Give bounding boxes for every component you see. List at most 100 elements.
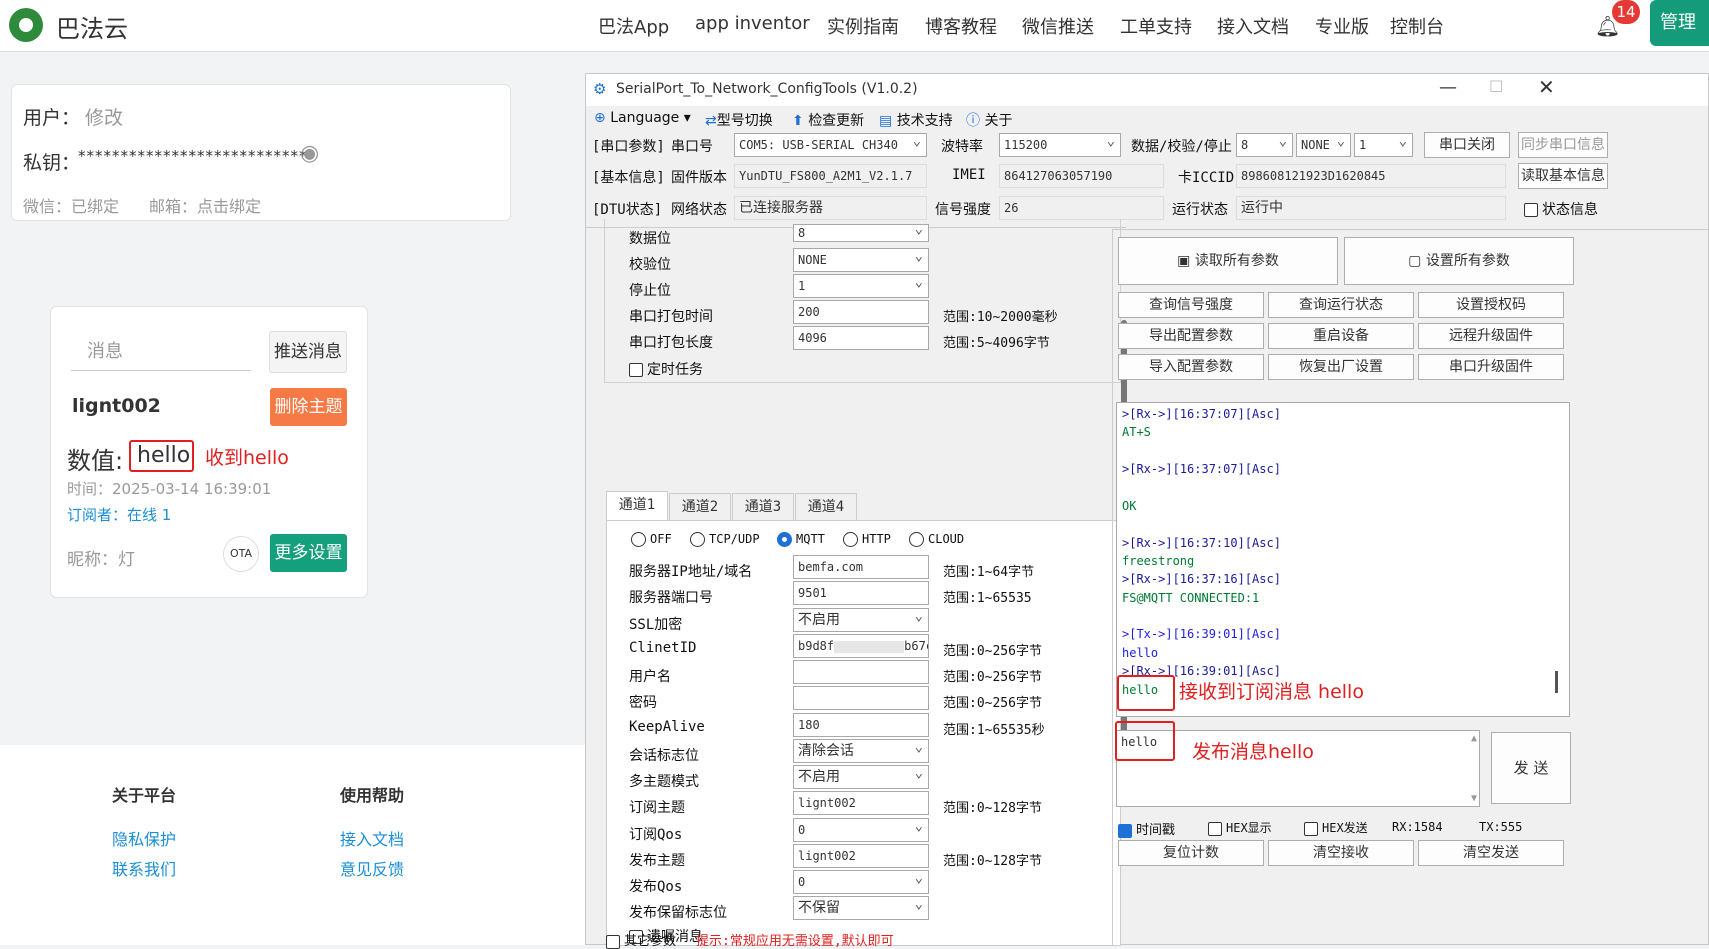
hex-send-checkbox[interactable]: HEX发送 <box>1304 819 1368 836</box>
keepalive-input[interactable]: 180 <box>793 713 929 737</box>
export-config-button[interactable]: 导出配置参数 <box>1118 323 1264 349</box>
username-range: 范围:0~256字节 <box>943 670 1042 685</box>
parity-select[interactable]: NONE <box>1296 133 1351 157</box>
clear-receive-button[interactable]: 清空接收 <box>1268 840 1414 866</box>
bafa-logo-icon[interactable] <box>9 8 43 42</box>
hint-text: 提示:常规应用无需设置,默认即可 <box>696 934 894 949</box>
hex-display-checkbox[interactable]: HEX显示 <box>1208 819 1272 836</box>
model-switch-menu[interactable]: ⇄型号切换 <box>705 110 773 130</box>
eye-slash-icon[interactable]: ◉ <box>300 141 319 166</box>
globe-icon: ⊕ <box>594 110 606 126</box>
top-nav-bar: 巴法云 巴法App app inventor 实例指南 博客教程 微信推送 工单… <box>0 0 1709 52</box>
username-input[interactable] <box>793 660 929 684</box>
sync-serial-button[interactable]: 同步串口信息 <box>1518 132 1608 158</box>
maximize-icon[interactable]: ☐ <box>1489 77 1503 96</box>
server-port-input[interactable]: 9501 <box>793 581 929 605</box>
tab-channel-3[interactable]: 通道3 <box>732 493 794 521</box>
retain-select[interactable]: 不保留 <box>793 896 929 920</box>
databits-select[interactable]: 8 <box>1236 133 1293 157</box>
factory-reset-button[interactable]: 恢复出厂设置 <box>1268 354 1414 380</box>
ssl-select[interactable]: 不启用 <box>793 608 929 632</box>
serial-close-button[interactable]: 串口关闭 <box>1424 132 1510 158</box>
nav-bafa-app[interactable]: 巴法App <box>598 13 669 39</box>
nav-blog[interactable]: 博客教程 <box>925 13 997 39</box>
tab-channel-1[interactable]: 通道1 <box>606 491 668 521</box>
pub-topic-input[interactable]: lignt002 <box>793 844 929 868</box>
log-scrollbar[interactable] <box>1555 671 1558 693</box>
status-info-checkbox[interactable]: 状态信息 <box>1524 199 1598 219</box>
user-label: 用户： <box>23 107 81 129</box>
ota-button[interactable]: OTA <box>223 536 259 572</box>
protocol-cloud-radio[interactable]: CLOUD <box>909 532 964 547</box>
send-button[interactable]: 发 送 <box>1491 732 1571 804</box>
protocol-mqtt-radio[interactable]: MQTT <box>777 532 825 547</box>
sub-topic-input[interactable]: lignt002 <box>793 791 929 815</box>
other-params-checkbox[interactable]: 其它参数 <box>606 930 676 949</box>
push-message-button[interactable]: 推送消息 <box>269 331 347 373</box>
nav-pro[interactable]: 专业版 <box>1315 13 1369 39</box>
send-input[interactable]: hello 发布消息hello ▲ ▼ <box>1115 721 1480 807</box>
checkbox-icon <box>606 934 620 949</box>
set-all-params-button[interactable]: ▢ 设置所有参数 <box>1344 237 1574 285</box>
tab-channel-4[interactable]: 通道4 <box>795 493 857 521</box>
redacted-blur <box>834 640 905 653</box>
remote-upgrade-button[interactable]: 远程升级固件 <box>1418 323 1564 349</box>
scroll-down-icon[interactable]: ▼ <box>1471 793 1477 804</box>
password-input[interactable] <box>793 686 929 710</box>
pub-qos-label: 发布Qos <box>629 879 683 895</box>
sub-qos-select[interactable]: 0 <box>793 818 929 842</box>
subscriber-count-link[interactable]: 订阅者：在线 1 <box>67 504 171 525</box>
tab-channel-2[interactable]: 通道2 <box>669 493 731 521</box>
about-menu[interactable]: ⓘ 关于 <box>966 110 1012 130</box>
nav-app-inventor[interactable]: app inventor <box>695 13 810 34</box>
footer-privacy-link[interactable]: 隐私保护 <box>112 826 176 850</box>
server-input[interactable]: bemfa.com <box>793 555 929 579</box>
nav-docs[interactable]: 接入文档 <box>1217 13 1289 39</box>
clear-send-button[interactable]: 清空发送 <box>1418 840 1564 866</box>
serial-upgrade-button[interactable]: 串口升级固件 <box>1418 354 1564 380</box>
receive-log[interactable]: >[Rx->][16:37:07][Asc] AT+S >[Rx->][16:3… <box>1116 402 1570 717</box>
import-config-button[interactable]: 导入配置参数 <box>1118 354 1264 380</box>
delete-topic-button[interactable]: 删除主题 <box>270 388 347 426</box>
check-update-menu[interactable]: ⬆ 检查更新 <box>792 110 864 130</box>
email-bind-link[interactable]: 邮箱：点击绑定 <box>149 193 261 217</box>
nav-wechat-push[interactable]: 微信推送 <box>1022 13 1094 39</box>
more-settings-button[interactable]: 更多设置 <box>270 534 347 572</box>
read-icon: ▣ <box>1177 253 1191 269</box>
log-line: >[Tx->][16:39:01][Asc] <box>1122 627 1281 641</box>
nav-examples[interactable]: 实例指南 <box>827 13 899 39</box>
reset-count-button[interactable]: 复位计数 <box>1118 840 1264 866</box>
user-edit-link[interactable]: 修改 <box>85 103 123 130</box>
protocol-off-radio[interactable]: OFF <box>631 532 672 547</box>
port-select[interactable]: COM5: USB-SERIAL CH340 <box>734 133 927 157</box>
query-status-button[interactable]: 查询运行状态 <box>1268 292 1414 318</box>
close-icon[interactable]: ✕ <box>1538 75 1555 99</box>
log-line: >[Rx->][16:37:16][Asc] <box>1122 572 1281 586</box>
footer-feedback-link[interactable]: 意见反馈 <box>340 856 404 880</box>
timestamp-checkbox[interactable]: 时间戳 <box>1118 819 1175 838</box>
reboot-device-button[interactable]: 重启设备 <box>1268 323 1414 349</box>
nav-tickets[interactable]: 工单支持 <box>1120 13 1192 39</box>
client-id-input[interactable]: b9d8fb67c <box>793 634 929 658</box>
query-signal-button[interactable]: 查询信号强度 <box>1118 292 1264 318</box>
protocol-tcp-radio[interactable]: TCP/UDP <box>690 532 760 547</box>
footer-docs-link[interactable]: 接入文档 <box>340 826 404 850</box>
set-auth-code-button[interactable]: 设置授权码 <box>1418 292 1564 318</box>
baud-select[interactable]: 115200 <box>999 133 1121 157</box>
read-all-params-button[interactable]: ▣ 读取所有参数 <box>1118 237 1338 285</box>
manage-button[interactable]: 管理 <box>1650 0 1709 46</box>
nav-console[interactable]: 控制台 <box>1390 13 1444 39</box>
message-input[interactable]: 消息 <box>71 333 251 371</box>
session-select[interactable]: 清除会话 <box>793 739 929 763</box>
multi-topic-select[interactable]: 不启用 <box>793 765 929 789</box>
footer-contact-link[interactable]: 联系我们 <box>112 856 176 880</box>
pub-qos-select[interactable]: 0 <box>793 870 929 894</box>
stopbits-select[interactable]: 1 <box>1354 133 1413 157</box>
scroll-up-icon[interactable]: ▲ <box>1471 733 1477 744</box>
tech-support-menu[interactable]: ▤ 技术支持 <box>879 110 953 130</box>
read-basic-info-button[interactable]: 读取基本信息 <box>1518 163 1608 189</box>
minimize-icon[interactable]: — <box>1439 77 1457 98</box>
language-menu[interactable]: ⊕ Language ▾ <box>594 110 691 126</box>
logo-text[interactable]: 巴法云 <box>56 9 128 44</box>
protocol-http-radio[interactable]: HTTP <box>843 532 891 547</box>
